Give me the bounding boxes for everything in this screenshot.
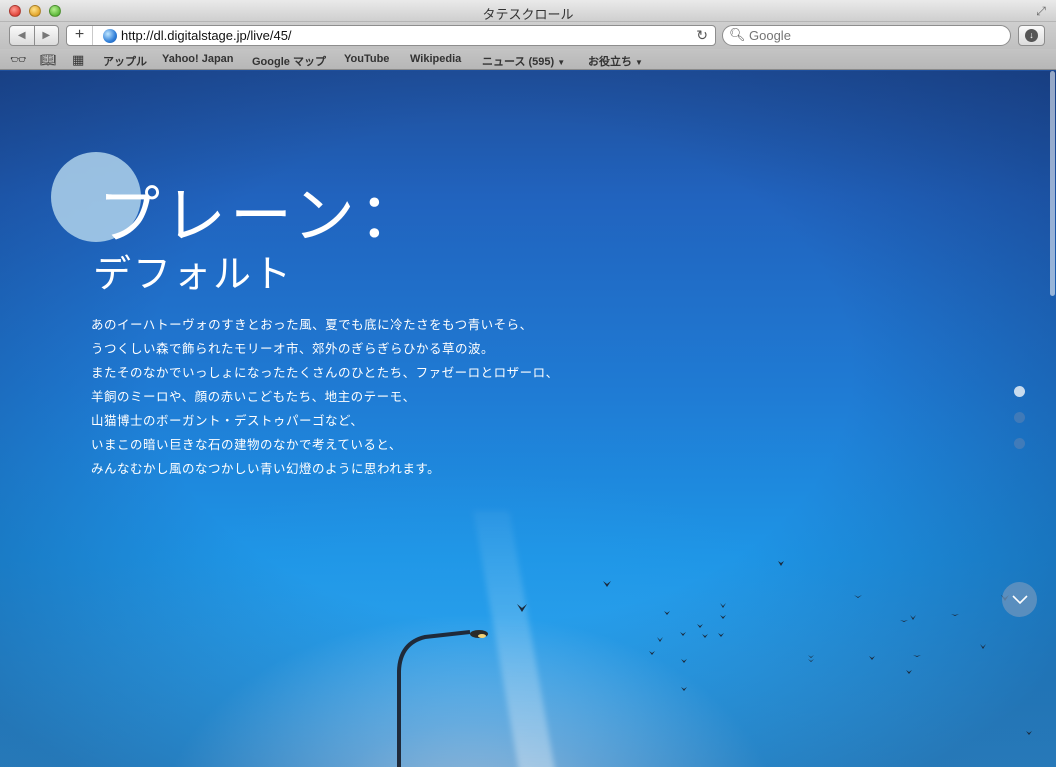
body-line: またそのなかでいっしょになったたくさんのひとたち、ファゼーロとロザーロ、 (91, 365, 559, 380)
search-input[interactable] (749, 27, 999, 44)
bookmarks-book-icon[interactable]: 📖︎ (40, 52, 57, 68)
body-line: いまこの暗い巨きな石の建物のなかで考えていると、 (91, 437, 402, 452)
body-line: みんなむかし風のなつかしい青い幻燈のように思われます。 (91, 461, 441, 476)
forward-arrow-icon: ▶ (42, 30, 51, 41)
bookmarks-bar: 👓︎ 📖︎ ▦ アップル Yahoo! Japan Google マップ You… (0, 49, 1056, 70)
download-icon: ↓ (1025, 29, 1038, 42)
bookmark-yahoo-japan[interactable]: Yahoo! Japan (162, 53, 234, 65)
chevron-down-icon: ▼ (635, 58, 643, 67)
add-bookmark-button[interactable]: + (67, 26, 93, 45)
url-text[interactable]: http://dl.digitalstage.jp/live/45/ (121, 28, 292, 43)
body-line: あのイーハトーヴォのすきとおった風、夏でも底に冷たさをもつ青いそら、 (91, 317, 533, 332)
search-icon[interactable]: 🔍︎ (729, 27, 746, 43)
address-bar[interactable]: + http://dl.digitalstage.jp/live/45/ ↻ (66, 25, 716, 46)
downloads-button[interactable]: ↓ (1018, 25, 1045, 46)
scroll-down-button[interactable] (1002, 582, 1037, 617)
top-sites-grid-icon[interactable]: ▦ (72, 52, 84, 68)
body-line: 羊飼のミーロや、顔の赤いこどもたち、地主のテーモ、 (91, 389, 416, 404)
reading-list-icon[interactable]: 👓︎ (10, 52, 27, 68)
chevron-down-icon (1011, 594, 1028, 604)
bookmark-google-maps[interactable]: Google マップ (252, 53, 326, 69)
title-bar: タテスクロール ⤢ (0, 0, 1056, 22)
vertical-scrollbar[interactable] (1050, 71, 1055, 296)
body-line: 山猫博士のボーガント・デストゥパーゴなど、 (91, 413, 364, 428)
bookmark-wikipedia[interactable]: Wikipedia (410, 53, 461, 65)
fullscreen-icon[interactable]: ⤢ (1034, 4, 1048, 18)
bookmark-apple[interactable]: アップル (103, 53, 147, 69)
pager-dot-1[interactable] (1014, 386, 1025, 397)
street-lamp-light (478, 634, 486, 638)
bookmark-folder-useful[interactable]: お役立ち ▼ (588, 53, 643, 69)
chevron-down-icon: ▼ (557, 58, 566, 67)
page-subtitle: デフォルト (93, 252, 294, 296)
browser-toolbar: ◀ ▶ + http://dl.digitalstage.jp/live/45/… (0, 22, 1056, 49)
back-button[interactable]: ◀ (10, 26, 34, 45)
body-line: うつくしい森で飾られたモリーオ市、郊外のぎらぎらひかる草の波。 (91, 341, 495, 356)
reload-icon[interactable]: ↻ (696, 27, 708, 44)
bookmark-youtube[interactable]: YouTube (344, 53, 389, 65)
globe-icon (103, 29, 117, 43)
navigation-buttons: ◀ ▶ (9, 25, 59, 46)
page-content: プレーン： デフォルト あのイーハトーヴォのすきとおった風、夏でも底に冷たさをも… (0, 71, 1056, 767)
section-pager (1014, 386, 1026, 464)
window-title: タテスクロール (482, 7, 574, 22)
page-title: プレーン： (98, 179, 425, 252)
bookmark-news-label: ニュース (595) (482, 56, 555, 68)
pager-dot-3[interactable] (1014, 438, 1025, 449)
forward-button[interactable]: ▶ (33, 26, 59, 45)
pager-dot-2[interactable] (1014, 412, 1025, 423)
bird-flock (517, 561, 1032, 735)
search-bar[interactable]: 🔍︎ (722, 25, 1011, 46)
bookmark-useful-label: お役立ち (588, 56, 632, 68)
bookmark-folder-news[interactable]: ニュース (595) ▼ (482, 53, 565, 69)
street-lamp-pole (397, 630, 471, 767)
body-paragraph: あのイーハトーヴォのすきとおった風、夏でも底に冷たさをもつ青いそら、 うつくしい… (91, 313, 651, 481)
back-arrow-icon: ◀ (17, 30, 26, 41)
